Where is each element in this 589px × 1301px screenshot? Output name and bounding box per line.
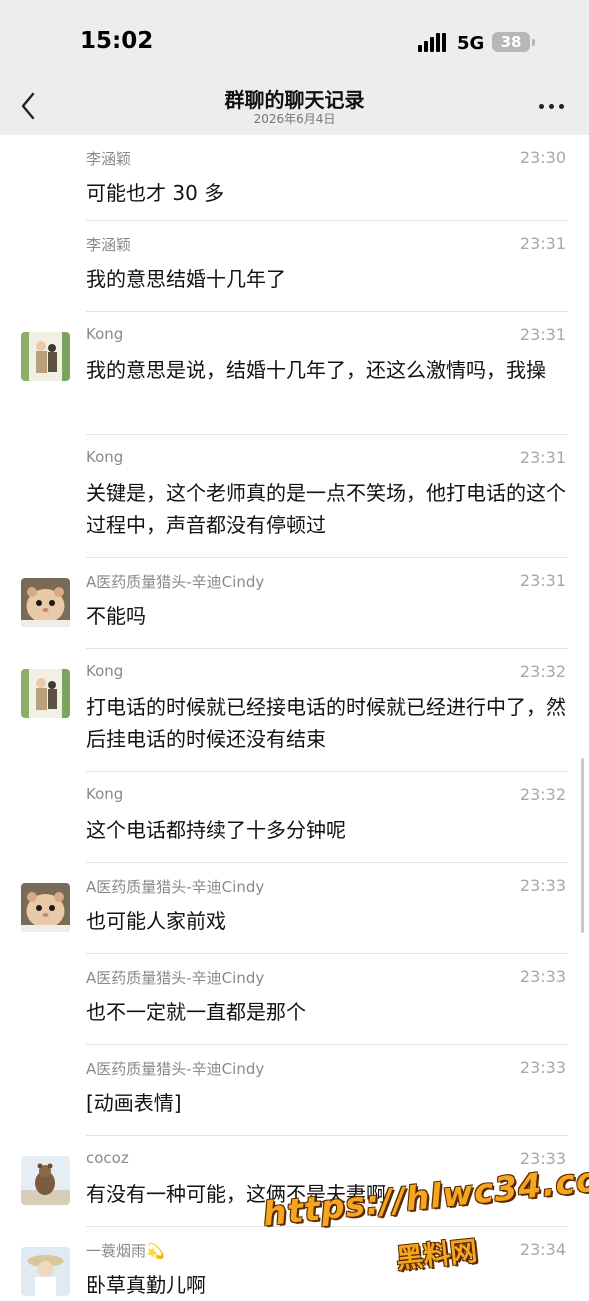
message-sender: Kong	[86, 662, 124, 680]
message-time: 23:34	[519, 1240, 566, 1259]
message-sender: A医药质量猎头-辛迪Cindy	[86, 878, 265, 896]
message-time: 23:31	[519, 448, 566, 467]
scrollbar[interactable]	[581, 758, 584, 933]
list-item[interactable]: Kong 23:32 这个电话都持续了十多分钟呢	[0, 772, 589, 863]
avatar-hamster-image	[21, 578, 70, 627]
list-item[interactable]: A医药质量猎头-辛迪Cindy 23:33 也可能人家前戏	[0, 863, 589, 954]
message-time: 23:33	[519, 1058, 566, 1077]
battery-icon: 38	[492, 32, 535, 52]
message-sender: A医药质量猎头-辛迪Cindy	[86, 1060, 265, 1078]
message-text: 可能也才 30 多	[86, 181, 225, 205]
message-sender: Kong	[86, 785, 124, 803]
nav-bar: 群聊的聊天记录 2026年6月4日	[0, 80, 589, 135]
avatar[interactable]	[21, 578, 70, 627]
message-sender: 一蓑烟雨💫	[86, 1242, 165, 1260]
message-time: 23:31	[519, 325, 566, 344]
message-sender: A医药质量猎头-辛迪Cindy	[86, 573, 265, 591]
message-time: 23:33	[519, 876, 566, 895]
message-time: 23:33	[519, 967, 566, 986]
list-item[interactable]: A医药质量猎头-辛迪Cindy 23:31 不能吗	[0, 558, 589, 649]
message-text: 卧草真勤儿啊	[86, 1273, 206, 1297]
avatar-kong-image	[21, 332, 70, 381]
avatar[interactable]	[21, 669, 70, 718]
message-time: 23:31	[519, 234, 566, 253]
page-title: 群聊的聊天记录	[224, 88, 365, 112]
message-text: 不能吗	[86, 604, 146, 628]
list-item[interactable]: 李涵颖 23:30 可能也才 30 多	[0, 135, 589, 221]
message-text: 这个电话都持续了十多分钟呢	[86, 818, 346, 842]
avatar-cocoz-image	[21, 1156, 70, 1205]
list-item[interactable]: Kong 23:31 关键是，这个老师真的是一点不笑场，他打电话的这个过程中，声…	[0, 435, 589, 558]
message-sender: 李涵颖	[86, 150, 132, 168]
message-text: [动画表情]	[86, 1091, 182, 1115]
message-time: 23:32	[519, 785, 566, 804]
more-icon[interactable]	[536, 94, 566, 118]
message-text: 关键是，这个老师真的是一点不笑场，他打电话的这个过程中，声音都没有停顿过	[86, 481, 566, 537]
message-text: 也可能人家前戏	[86, 909, 226, 933]
avatar-hamster-image	[21, 883, 70, 932]
message-list: 李涵颖 23:30 可能也才 30 多 李涵颖 23:31 我的意思结婚十几年了…	[0, 135, 589, 1297]
list-item[interactable]: 一蓑烟雨💫 23:34 卧草真勤儿啊	[0, 1227, 589, 1297]
avatar[interactable]	[21, 883, 70, 932]
cellular-signal-icon	[418, 32, 448, 52]
list-item[interactable]: A医药质量猎头-辛迪Cindy 23:33 也不一定就一直都是那个	[0, 954, 589, 1045]
avatar-yisuo-image	[21, 1247, 70, 1296]
avatar[interactable]	[21, 1247, 70, 1296]
message-time: 23:30	[519, 148, 566, 167]
avatar[interactable]	[21, 332, 70, 381]
status-time: 15:02	[80, 28, 154, 54]
message-sender: Kong	[86, 448, 124, 466]
message-sender: 李涵颖	[86, 236, 132, 254]
message-text: 我的意思是说，结婚十几年了，还这么激情吗，我操	[86, 358, 546, 382]
avatar-kong-image	[21, 669, 70, 718]
network-type: 5G	[457, 33, 485, 54]
list-item[interactable]: Kong 23:32 打电话的时候就已经接电话的时候就已经进行中了，然后挂电话的…	[0, 649, 589, 772]
message-text: 我的意思结婚十几年了	[86, 267, 286, 291]
avatar[interactable]	[21, 1156, 70, 1205]
status-bar: 15:02 5G 38	[0, 0, 589, 80]
message-text: 打电话的时候就已经接电话的时候就已经进行中了，然后挂电话的时候还没有结束	[86, 695, 566, 751]
message-sender: Kong	[86, 325, 124, 343]
page-subtitle-date: 2026年6月4日	[253, 112, 336, 126]
battery-level: 38	[500, 33, 522, 51]
message-time: 23:32	[519, 662, 566, 681]
list-item[interactable]: A医药质量猎头-辛迪Cindy 23:33 [动画表情]	[0, 1045, 589, 1136]
list-item[interactable]: Kong 23:31 我的意思是说，结婚十几年了，还这么激情吗，我操	[0, 312, 589, 435]
message-text: 也不一定就一直都是那个	[86, 1000, 306, 1024]
message-time: 23:31	[519, 571, 566, 590]
list-item[interactable]: 李涵颖 23:31 我的意思结婚十几年了	[0, 221, 589, 312]
message-sender: A医药质量猎头-辛迪Cindy	[86, 969, 265, 987]
message-sender: cocoz	[86, 1149, 129, 1167]
